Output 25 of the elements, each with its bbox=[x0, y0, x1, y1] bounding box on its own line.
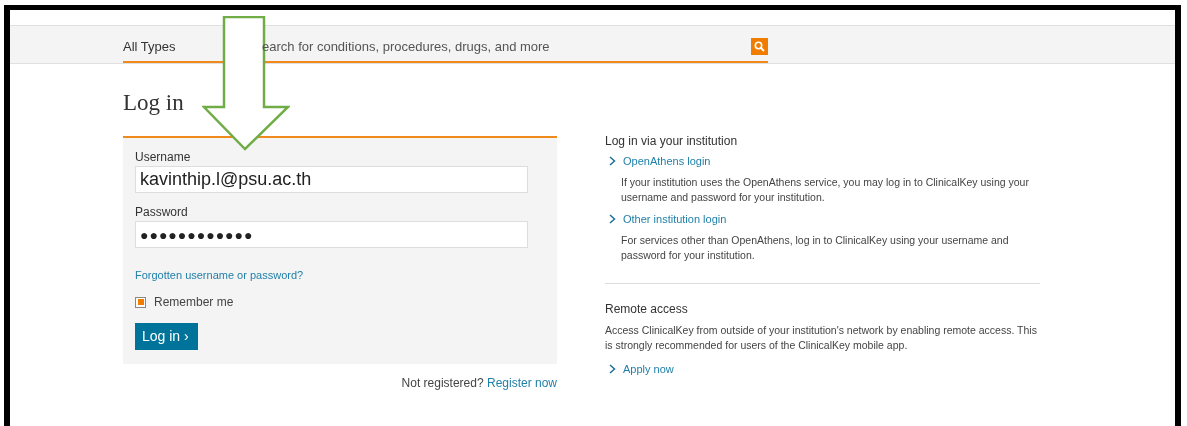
search-icon bbox=[754, 40, 765, 52]
option-description: For services other than OpenAthens, log in to ClinicalKey using your username and password for your institution. bbox=[621, 233, 1010, 263]
apply-link[interactable]: Apply now bbox=[623, 363, 674, 375]
remote-description: Access ClinicalKey from outside of your institution's network by enabling remote access. This is strongly recommended for users of the ClinicalKey mobile app. bbox=[605, 323, 1038, 353]
field-label: Username bbox=[135, 150, 192, 164]
section-title: Remote access bbox=[605, 302, 689, 316]
password-field[interactable]: ●●●●●●●●●●●● bbox=[135, 221, 528, 248]
chevron-icon bbox=[609, 156, 616, 166]
forgot-link[interactable]: Forgotten username or password? bbox=[135, 269, 304, 281]
login-button[interactable]: Log in › bbox=[135, 323, 198, 350]
search-button[interactable] bbox=[751, 37, 768, 55]
username-field[interactable]: kavinthip.l@psu.ac.th bbox=[135, 166, 528, 193]
register-prompt: Not registered? bbox=[401, 376, 484, 390]
checkbox-label: Remember me bbox=[154, 295, 234, 309]
type-filter[interactable]: All Types bbox=[123, 38, 176, 54]
section-title: Log in via your institution bbox=[605, 134, 739, 148]
chevron-icon bbox=[609, 214, 616, 224]
institution-link[interactable]: OpenAthens login bbox=[623, 155, 711, 167]
register-link[interactable]: Register now bbox=[486, 376, 557, 390]
chevron-icon bbox=[609, 364, 616, 374]
option-description: If your institution uses the OpenAthens service, you may log in to ClinicalKey using your username and password for your institution. bbox=[621, 175, 1030, 205]
field-label: Password bbox=[135, 205, 189, 219]
institution-link[interactable]: Other institution login bbox=[623, 213, 727, 225]
page-title: Log in bbox=[123, 90, 185, 116]
remember-checkbox[interactable] bbox=[135, 296, 146, 308]
